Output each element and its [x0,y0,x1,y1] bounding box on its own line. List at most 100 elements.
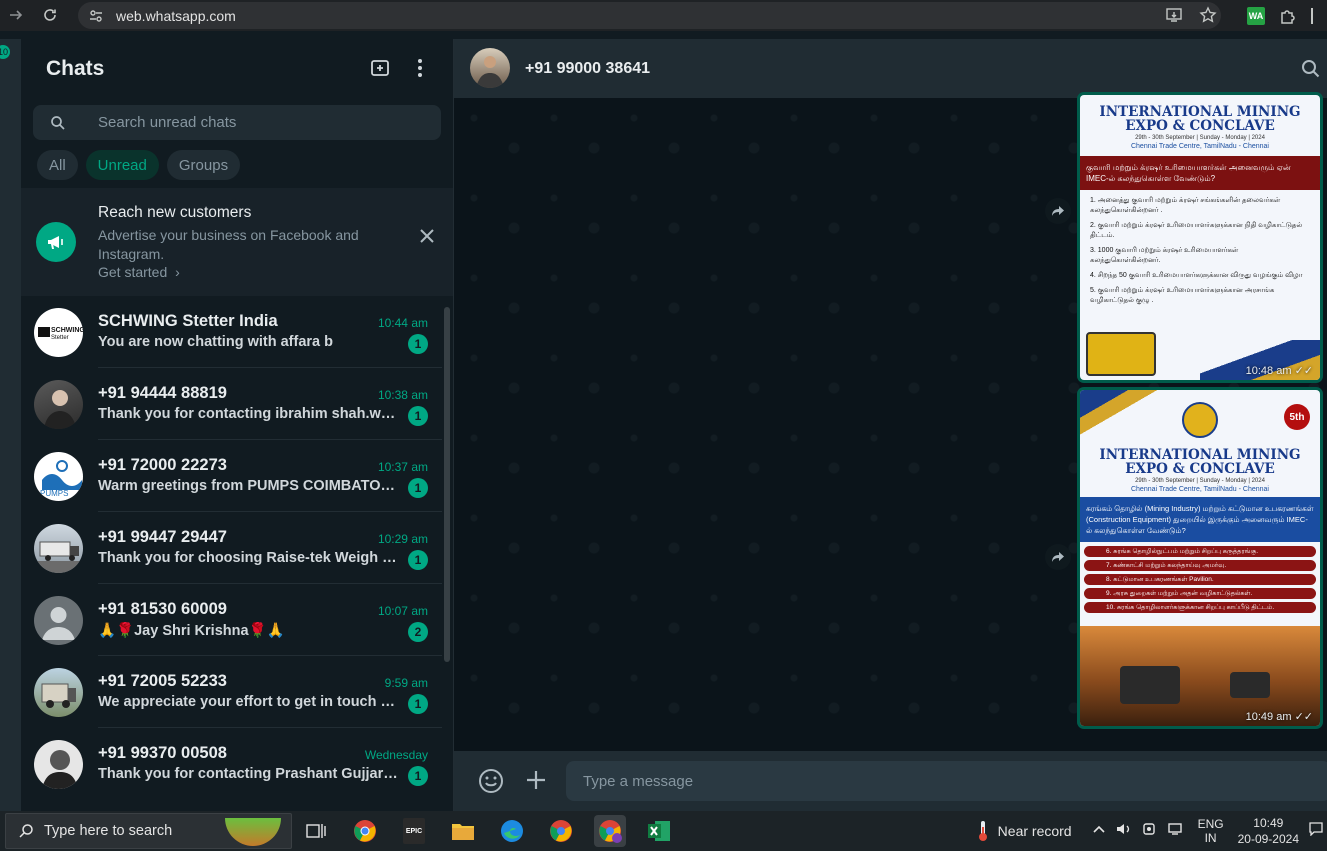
search-icon [18,823,34,839]
chat-name: +91 99370 00508 [98,744,227,762]
filter-unread[interactable]: Unread [85,150,159,180]
unread-badge: 1 [408,550,428,570]
poster-title-1: INTERNATIONAL MINING [1099,447,1301,463]
chevron-up-icon[interactable] [1092,822,1106,841]
megaphone-icon [36,222,76,262]
taskbar-search[interactable]: Type here to search [5,813,292,849]
file-explorer-icon[interactable] [447,815,479,847]
filter-chips: All Unread Groups [37,150,241,180]
language-code: ENG [1197,817,1224,831]
promo-banner[interactable]: Reach new customers Advertise your busin… [21,188,453,296]
chat-list-scrollbar[interactable] [444,307,450,662]
salad-bowl-icon [225,818,281,846]
task-view-icon[interactable] [300,815,332,847]
avatar[interactable] [470,48,510,88]
chats-header: Chats [21,39,453,98]
chat-preview: Thank you for contacting ibrahim shah.we… [98,406,400,422]
poster-venue: Chennai Trade Centre, TamilNadu - Chenna… [1130,143,1269,150]
chat-preview: You are now chatting with affara b [98,334,333,350]
chat-row[interactable]: +91 94444 88819 10:38 am Thank you for c… [21,368,453,440]
edge-icon[interactable] [496,815,528,847]
chat-time: 10:38 am [377,388,428,402]
truck-graphic [1086,332,1156,376]
poster-title-1: INTERNATIONAL MINING [1099,104,1301,120]
network-icon[interactable] [1167,822,1184,841]
extensions-puzzle-icon[interactable] [1279,7,1297,25]
conversation-header[interactable]: +91 99000 38641 [454,39,1327,98]
chat-name: +91 99447 29447 [98,528,227,546]
taskbar-search-placeholder: Type here to search [44,823,173,839]
chat-row[interactable]: +91 72005 52233 9:59 am We appreciate yo… [21,656,453,728]
profile-divider [1311,7,1313,24]
bookmark-star-icon[interactable] [1199,6,1217,24]
install-app-icon[interactable] [1165,6,1183,24]
message-time-text: 10:48 am [1245,365,1292,377]
poster-dates: 29th - 30th September | Sunday - Monday … [1135,135,1265,141]
chat-row[interactable]: PUMPS +91 72000 22273 10:37 am Warm gree… [21,440,453,512]
avatar: SCHWING Stetter [34,308,83,357]
windows-taskbar: Type here to search EPIC Near record ENG… [0,811,1327,851]
whatsapp-extension-icon[interactable]: WA [1247,6,1265,25]
search-bar [33,105,441,140]
search-input[interactable] [98,114,398,131]
language-indicator[interactable]: ENG IN [1198,817,1224,845]
notifications-icon[interactable] [1309,821,1323,841]
forward-icon[interactable] [2,1,30,29]
avatar: PUMPS [34,452,83,501]
chat-row[interactable]: +91 99370 00508 Wednesday Thank you for … [21,728,453,800]
browser-toolbar: web.whatsapp.com WA [0,0,1327,31]
chat-name: +91 72000 22273 [98,456,227,474]
poster-points: 1. அனைத்து குவாரி மற்றும் க்ரஷர் சங்கங்க… [1080,190,1320,317]
filter-all[interactable]: All [37,150,78,180]
new-chat-icon[interactable] [369,57,391,79]
chat-row[interactable]: +91 81530 60009 10:07 am 🙏🌹Jay Shri Kris… [21,584,453,656]
close-icon[interactable] [419,228,435,244]
attach-plus-icon[interactable] [524,768,548,792]
message-area[interactable]: INTERNATIONAL MINING EXPO & CONCLAVE 29t… [454,92,1327,751]
weather-widget[interactable]: Near record [976,820,1072,842]
epic-games-label: EPIC [403,818,425,844]
chat-preview: Thank you for choosing Raise-tek Weigh S… [98,550,400,566]
chat-list-panel: Chats All Unread Groups Reach new custom… [21,39,454,811]
contact-name[interactable]: +91 99000 38641 [525,60,650,78]
site-settings-icon[interactable] [88,8,104,24]
status-badge[interactable]: 10 [0,45,10,59]
get-started-link[interactable]: Get started › [98,264,180,280]
unread-badge: 1 [408,766,428,786]
poster-band: குவாரி மற்றும் க்ரஷர் உரிமையாளர்கள் அனைவ… [1080,156,1320,190]
chat-row[interactable]: SCHWING Stetter SCHWING Stetter India 10:… [21,296,453,368]
menu-dots-icon[interactable] [417,57,423,79]
forward-icon[interactable] [1045,198,1071,224]
weather-text: Near record [997,823,1072,839]
meet-now-icon[interactable] [1142,822,1158,841]
search-icon[interactable] [1301,59,1321,79]
poster-point: 1. அனைத்து குவாரி மற்றும் க்ரஷர் சங்கங்க… [1090,197,1281,214]
system-clock[interactable]: 10:49 20-09-2024 [1238,815,1299,847]
search-icon [50,115,66,131]
chrome-profile-icon[interactable] [545,815,577,847]
svg-text:Stetter: Stetter [51,335,69,341]
clock-time: 10:49 [1253,816,1284,830]
excel-icon[interactable] [643,815,675,847]
filter-groups[interactable]: Groups [166,150,241,180]
avatar [34,740,83,789]
chat-row[interactable]: +91 99447 29447 10:29 am Thank you for c… [21,512,453,584]
image-message[interactable]: 5th INTERNATIONAL MINING EXPO & CONCLAVE… [1077,387,1323,729]
image-message[interactable]: INTERNATIONAL MINING EXPO & CONCLAVE 29t… [1077,92,1323,383]
emoji-icon[interactable] [478,768,504,794]
reload-icon[interactable] [36,1,64,29]
forward-icon[interactable] [1045,544,1071,570]
address-bar[interactable]: web.whatsapp.com [78,2,1221,29]
chat-time: 10:29 am [377,532,428,546]
poster-bar: 9. அரசு துறைகள் மற்றும் அதன் வழிகாட்டுதல… [1084,588,1316,599]
gold-swoosh [1080,390,1160,450]
edition-badge: 5th [1284,404,1310,430]
chat-time: Wednesday [364,748,428,762]
message-input[interactable] [566,761,1327,801]
volume-icon[interactable] [1116,822,1132,841]
chrome-active-icon[interactable] [594,815,626,847]
epic-games-icon[interactable]: EPIC [398,815,430,847]
double-tick-icon: ✓✓ [1294,365,1313,377]
chat-name: +91 72005 52233 [98,672,227,690]
chrome-icon[interactable] [349,815,381,847]
